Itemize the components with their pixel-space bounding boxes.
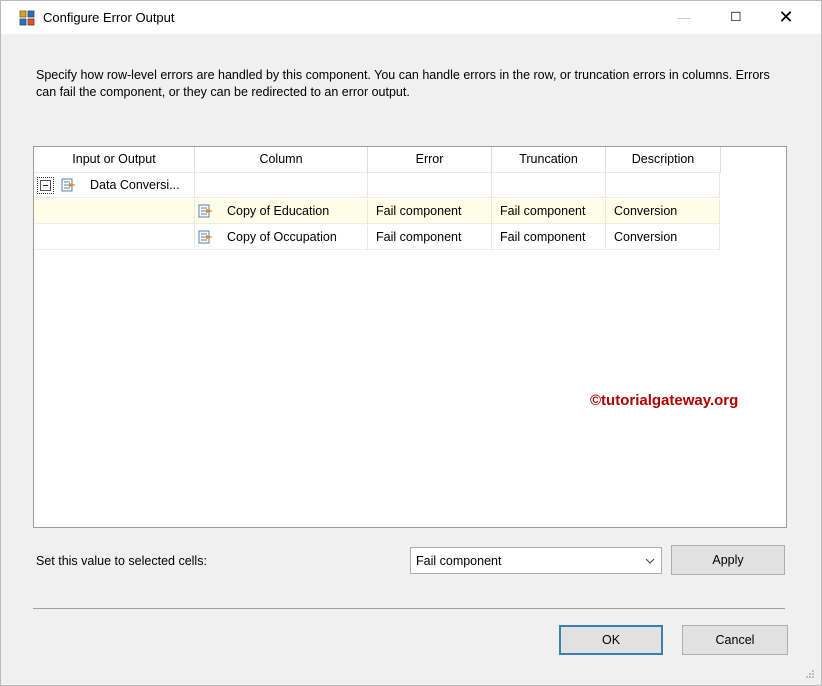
dropdown-arrow-icon <box>645 558 655 564</box>
window-title: Configure Error Output <box>43 10 175 25</box>
table-row[interactable]: Copy of Occupation Fail component Fail c… <box>34 225 720 250</box>
column-header-column[interactable]: Column <box>195 147 368 173</box>
close-button[interactable]: ✕ <box>763 1 809 34</box>
column-label: Copy of Education <box>227 204 330 218</box>
column-cell[interactable] <box>195 173 368 198</box>
input-output-cell[interactable] <box>34 199 195 224</box>
column-icon <box>198 204 213 218</box>
truncation-cell[interactable]: Fail component <box>492 199 606 224</box>
truncation-cell[interactable] <box>492 173 606 198</box>
resize-grip-icon[interactable] <box>805 669 815 679</box>
ok-button[interactable]: OK <box>559 625 663 655</box>
apply-button[interactable]: Apply <box>671 545 785 575</box>
description-cell[interactable]: Conversion <box>606 199 720 224</box>
error-cell[interactable]: Fail component <box>368 225 492 250</box>
set-value-dropdown[interactable]: Fail component <box>410 547 662 574</box>
column-icon <box>198 230 213 244</box>
column-label: Copy of Occupation <box>227 230 337 244</box>
title-bar: Configure Error Output — ☐ ✕ <box>1 1 821 34</box>
error-output-grid[interactable]: Input or Output Column Error Truncation … <box>33 146 787 528</box>
error-cell[interactable] <box>368 173 492 198</box>
input-output-cell[interactable]: Data Conversi... <box>34 173 195 198</box>
input-output-cell[interactable] <box>34 225 195 250</box>
column-header-input-output[interactable]: Input or Output <box>34 147 195 173</box>
set-value-label: Set this value to selected cells: <box>36 554 207 568</box>
watermark: ©tutorialgateway.org <box>590 392 739 409</box>
table-row[interactable]: Data Conversi... <box>34 173 720 198</box>
table-row[interactable]: Copy of Education Fail component Fail co… <box>34 199 720 224</box>
input-output-label: Data Conversi... <box>90 178 180 192</box>
column-cell[interactable]: Copy of Education <box>195 199 368 224</box>
description-text: Specify how row-level errors are handled… <box>36 68 770 99</box>
app-icon <box>19 10 35 26</box>
minimize-button[interactable]: — <box>661 1 707 34</box>
configure-error-output-dialog: Configure Error Output — ☐ ✕ Specify how… <box>0 0 822 686</box>
column-header-truncation[interactable]: Truncation <box>492 147 606 173</box>
output-icon <box>61 178 76 192</box>
maximize-button[interactable]: ☐ <box>713 1 759 34</box>
set-value-selected: Fail component <box>416 554 502 568</box>
cancel-button[interactable]: Cancel <box>682 625 788 655</box>
collapse-icon[interactable] <box>40 180 51 191</box>
separator <box>33 608 785 609</box>
column-header-description[interactable]: Description <box>606 147 721 173</box>
column-cell[interactable]: Copy of Occupation <box>195 225 368 250</box>
column-header-error[interactable]: Error <box>368 147 492 173</box>
error-cell[interactable]: Fail component <box>368 199 492 224</box>
description-cell[interactable] <box>606 173 720 198</box>
truncation-cell[interactable]: Fail component <box>492 225 606 250</box>
description-cell[interactable]: Conversion <box>606 225 720 250</box>
